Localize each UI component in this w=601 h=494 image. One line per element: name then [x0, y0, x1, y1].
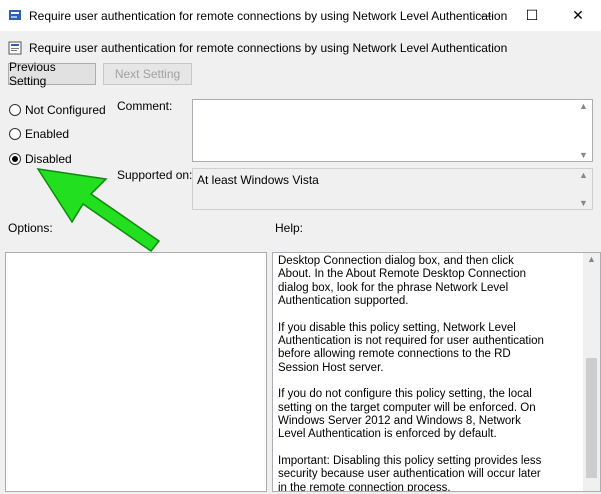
- green-arrow-icon: [36, 168, 161, 253]
- highlight-arrow: [36, 168, 161, 253]
